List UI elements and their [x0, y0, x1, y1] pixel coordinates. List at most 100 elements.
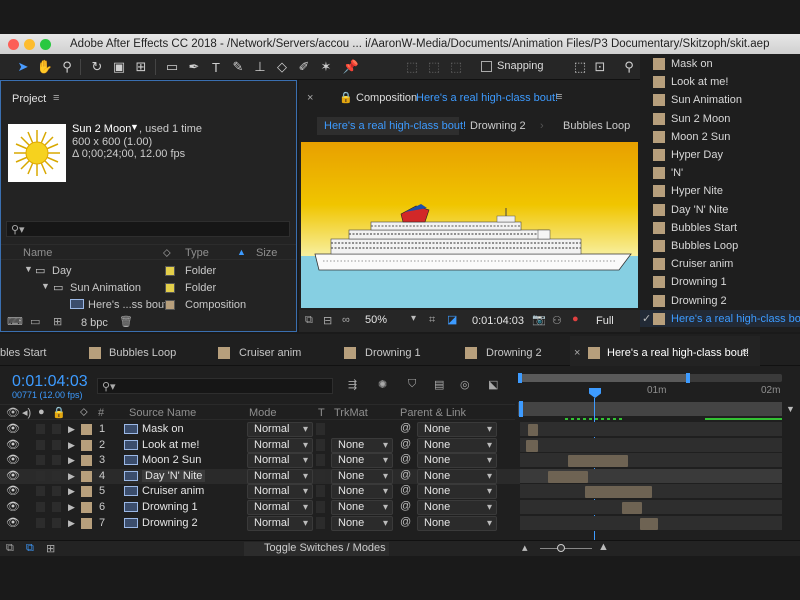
visibility-eye-icon[interactable]: 👁 [6, 516, 20, 529]
layer-row[interactable]: 👁 ▶ 3 Moon 2 Sun Normal None @ None [0, 453, 520, 469]
graph-editor-icon[interactable]: ⬕ [488, 378, 498, 391]
channel-rgb-icon[interactable]: ● [572, 313, 579, 325]
trkmat-dropdown[interactable]: None [331, 453, 393, 469]
in-out-panes-icon[interactable]: ⊞ [46, 542, 55, 555]
twirl-arrow-icon[interactable]: ▶ [68, 502, 75, 513]
col-trkmat-header[interactable]: TrkMat [334, 407, 368, 419]
trkmat-dropdown[interactable]: None [331, 484, 393, 500]
work-area-navigator[interactable] [518, 373, 782, 383]
preserve-transparency-box[interactable] [316, 501, 325, 513]
label-swatch[interactable] [165, 266, 175, 276]
region-of-interest-icon[interactable]: ⌗ [429, 314, 435, 327]
solo-box[interactable] [36, 455, 45, 466]
label-swatch[interactable] [165, 300, 175, 310]
zoom-slider-handle[interactable] [557, 544, 565, 552]
eraser-tool-icon[interactable]: ◇ [273, 58, 291, 76]
trkmat-dropdown[interactable]: None [331, 437, 393, 453]
preserve-transparency-box[interactable] [316, 516, 325, 529]
twirl-arrow-icon[interactable]: ▶ [68, 455, 75, 466]
layer-label-swatch[interactable] [81, 517, 92, 529]
parent-dropdown[interactable]: None [417, 437, 497, 453]
label-column-icon[interactable]: ⬦ [163, 247, 171, 260]
visibility-eye-icon[interactable]: 👁 [6, 484, 20, 497]
sort-ascending-icon[interactable]: ▲ [237, 247, 246, 257]
right-list-item[interactable]: Drowning 2 [640, 292, 800, 309]
pick-whip-icon[interactable]: @ [400, 516, 411, 528]
layer-label-swatch[interactable] [81, 455, 92, 467]
draft-3d-icon[interactable]: ✺ [378, 378, 387, 391]
solo-switch-icon[interactable]: ● [38, 406, 45, 418]
layer-row[interactable]: 👁 ▶ 2 Look at me! Normal None @ None [0, 437, 520, 453]
mask-visibility-icon[interactable]: ∞ [342, 314, 350, 326]
solo-box[interactable] [36, 470, 45, 481]
comp-mini-flowchart-icon[interactable]: ⇶ [348, 378, 357, 391]
grid-guides-icon[interactable]: ⊟ [323, 314, 332, 327]
twirl-arrow-icon[interactable]: ▶ [68, 424, 75, 435]
snapshot-icon[interactable]: 📷 [532, 313, 546, 326]
layer-duration-bar[interactable] [528, 424, 538, 436]
right-list-item[interactable]: Moon 2 Sun [640, 128, 800, 145]
comp-viewer[interactable] [301, 142, 638, 308]
layer-label-swatch[interactable] [81, 470, 92, 482]
snap-features-icon[interactable]: ⊡ [591, 58, 609, 76]
right-list-item[interactable]: 'N' [640, 164, 800, 181]
label-column-icon[interactable]: ⬦ [80, 406, 88, 419]
lock-box[interactable] [52, 439, 61, 450]
timeline-tab-bubbles-start[interactable]: bles Start [0, 347, 46, 359]
zoom-window-button[interactable] [40, 39, 51, 50]
layer-row[interactable]: 👁 ▶ 6 Drowning 1 Normal None @ None [0, 500, 520, 515]
right-list-item[interactable]: Bubbles Loop [640, 237, 800, 254]
toggle-switches-modes-button[interactable]: Toggle Switches / Modes [244, 542, 389, 556]
trkmat-dropdown[interactable]: None [331, 500, 393, 515]
col-parent-header[interactable]: Parent & Link [400, 407, 466, 419]
lock-icon[interactable]: 🔒 [339, 91, 353, 104]
layer-duration-bar[interactable] [526, 439, 538, 452]
lock-box[interactable] [52, 486, 61, 497]
lock-box[interactable] [52, 455, 61, 466]
layer-row[interactable]: 👁 ▶ 1 Mask on Normal @ None [0, 422, 520, 437]
lock-box[interactable] [52, 502, 61, 512]
layer-track[interactable] [520, 500, 782, 515]
close-tab-icon[interactable]: × [574, 347, 580, 359]
pen-tool-icon[interactable]: ✒ [185, 58, 203, 76]
right-list-item[interactable]: Drowning 1 [640, 273, 800, 290]
zoom-out-icon[interactable]: ▴ [522, 541, 528, 554]
resolution-value[interactable]: Full [596, 315, 614, 327]
new-folder-icon[interactable]: ▭ [30, 315, 40, 328]
mode-dropdown[interactable]: Normal [247, 422, 313, 437]
layer-duration-bar[interactable] [568, 455, 628, 468]
project-row-sun-animation[interactable]: ▼ ▭ Sun Animation Folder [1, 279, 281, 296]
work-area-start[interactable] [519, 401, 523, 417]
layer-source-name[interactable]: Look at me! [142, 439, 199, 451]
zoom-tool-icon[interactable]: ⚲ [58, 58, 76, 76]
always-preview-icon[interactable]: ⧉ [305, 314, 313, 327]
trkmat-dropdown[interactable]: None [331, 515, 393, 531]
visibility-eye-icon[interactable]: 👁 [6, 453, 20, 466]
parent-dropdown[interactable]: None [417, 422, 497, 437]
layer-label-swatch[interactable] [81, 502, 92, 513]
search-help-icon[interactable]: ⚲ [620, 58, 638, 76]
mode-dropdown[interactable]: Normal [247, 468, 313, 484]
solo-box[interactable] [36, 502, 45, 512]
timeline-tab-cruiser-anim[interactable]: Cruiser anim [239, 347, 301, 359]
snapping-checkbox[interactable] [481, 61, 492, 72]
parent-dropdown[interactable]: None [417, 515, 497, 531]
zoom-dropdown[interactable]: 50% ▾ [359, 313, 423, 328]
roto-brush-tool-icon[interactable]: ✐ [295, 58, 313, 76]
rotation-tool-icon[interactable]: ↻ [88, 58, 106, 76]
axis-local-icon[interactable]: ⬚ [403, 58, 421, 76]
layer-duration-bar[interactable] [548, 470, 588, 483]
timeline-tab-bubbles-loop[interactable]: Bubbles Loop [109, 347, 176, 359]
mode-dropdown[interactable]: Normal [247, 484, 313, 500]
col-size-header[interactable]: Size [256, 247, 277, 259]
layer-source-name[interactable]: Moon 2 Sun [142, 454, 201, 466]
current-timecode[interactable]: 0:01:04:03 [12, 373, 88, 391]
selection-tool-icon[interactable]: ➤ [14, 58, 32, 76]
col-source-header[interactable]: Source Name [129, 407, 196, 419]
right-list-item[interactable]: Bubbles Start [640, 219, 800, 236]
layer-track[interactable] [520, 515, 782, 531]
layer-track[interactable] [520, 422, 782, 437]
preserve-transparency-box[interactable] [316, 423, 325, 435]
layer-duration-bar[interactable] [640, 517, 658, 530]
brush-tool-icon[interactable]: ✎ [229, 58, 247, 76]
